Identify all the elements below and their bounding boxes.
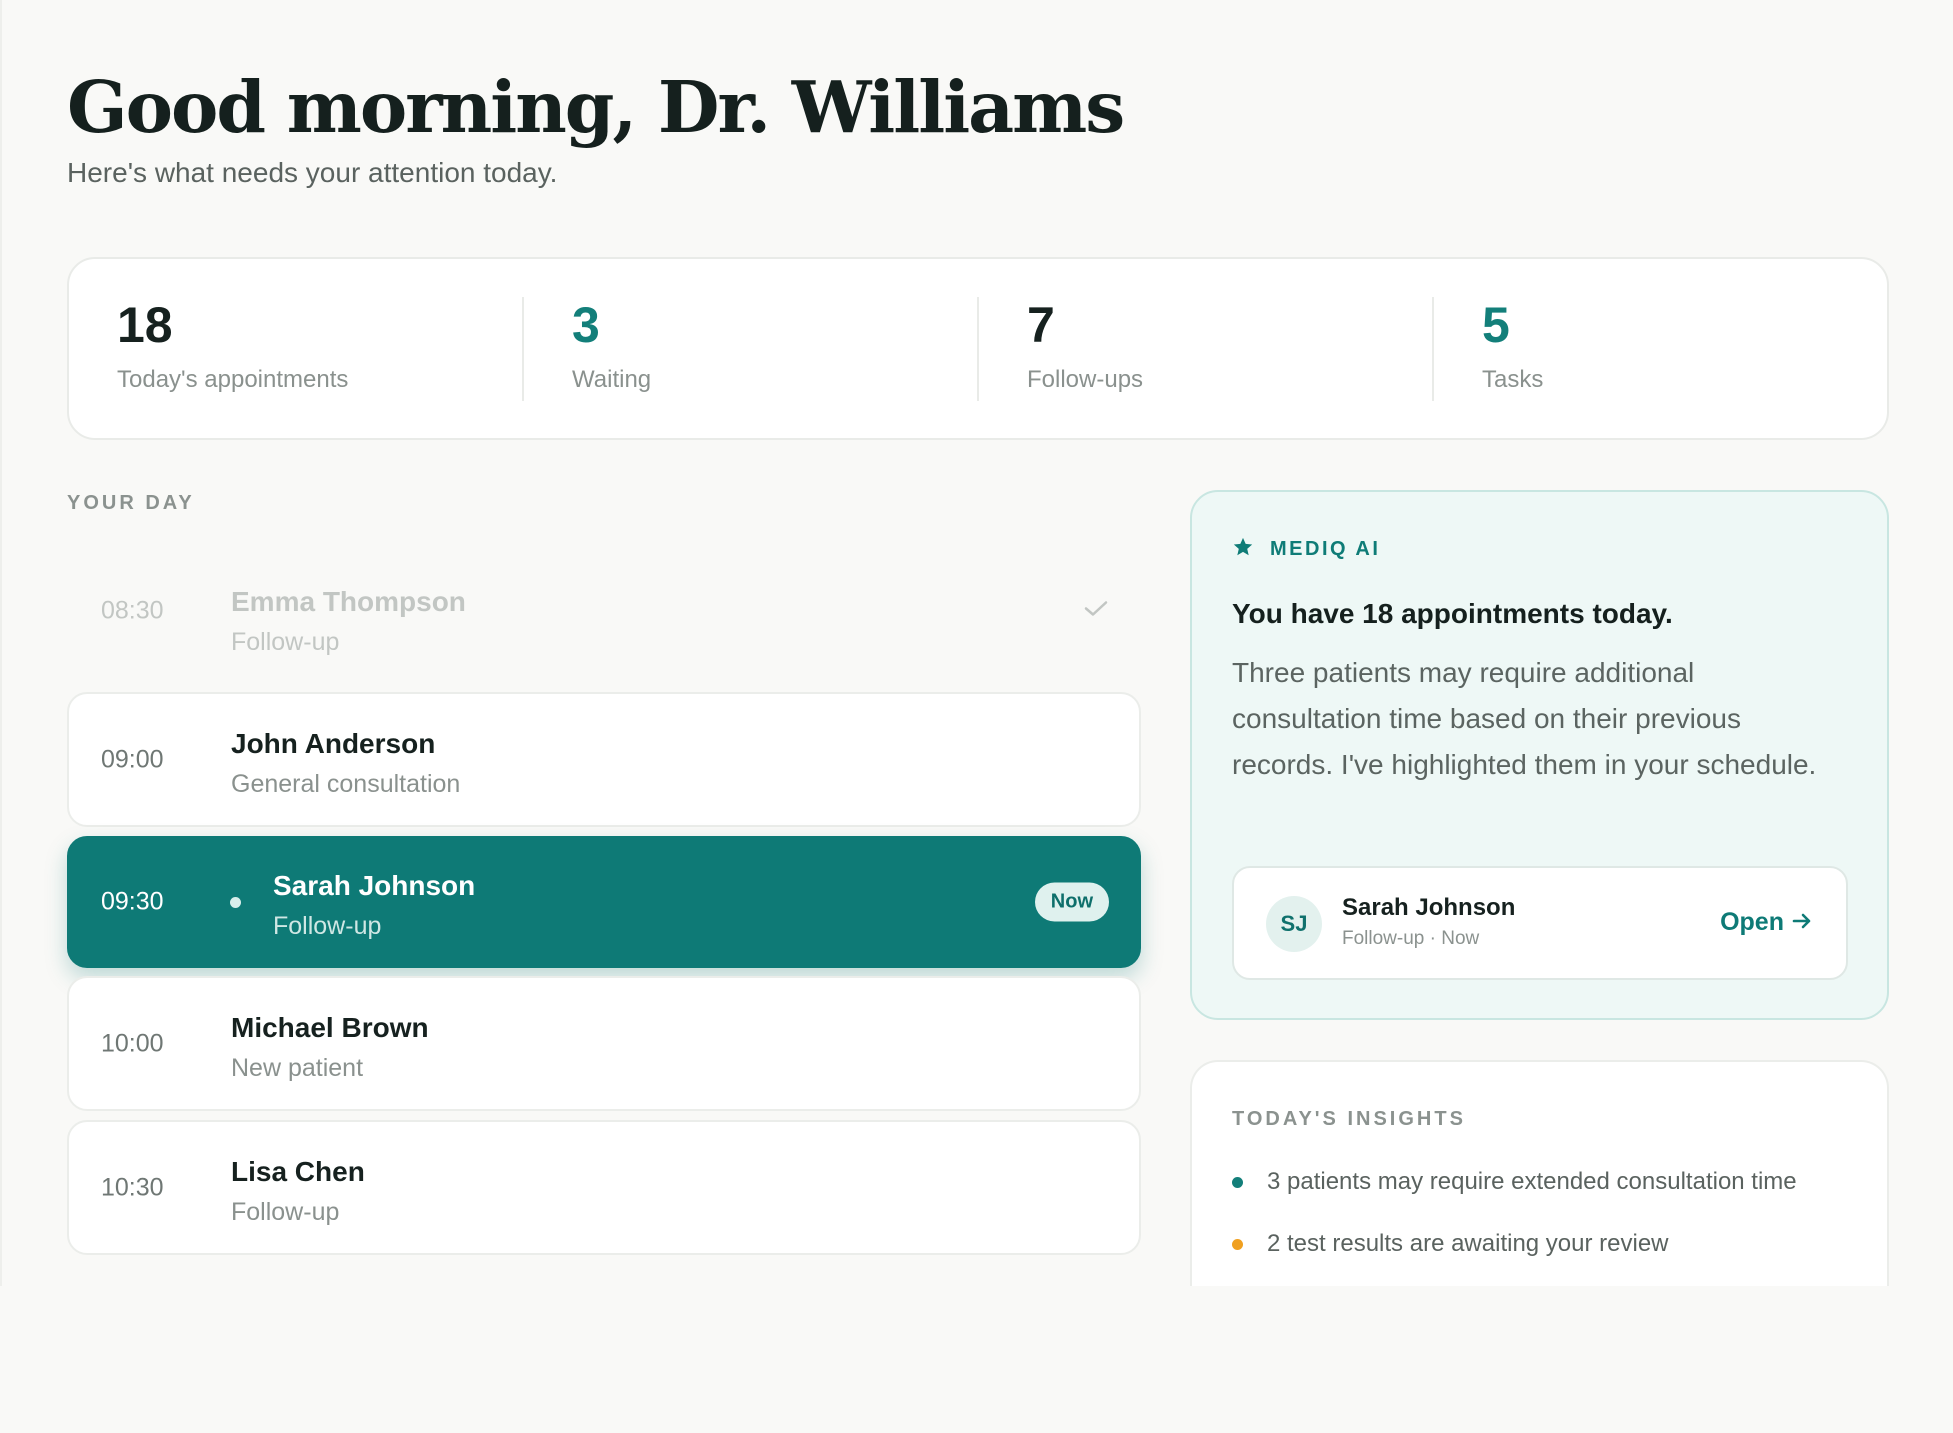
appointment-patient-name: Michael Brown <box>231 1012 429 1043</box>
stat-follow-ups[interactable]: 7 Follow-ups <box>977 296 1432 401</box>
appointment-type: General consultation <box>231 770 461 798</box>
now-badge: Now <box>1034 882 1109 922</box>
appointment-time: 08:30 <box>101 596 164 625</box>
stats-card: 18 Today's appointments 3 Waiting 7 Foll… <box>67 257 1889 440</box>
check-icon <box>1083 599 1109 624</box>
patient-subtitle: Follow-up · Now <box>1342 928 1480 949</box>
insight-dot <box>1232 1176 1243 1188</box>
appointment-patient-name: Sarah Johnson <box>273 870 476 901</box>
star-icon <box>1232 536 1254 563</box>
stat-value: 18 <box>117 296 173 353</box>
ai-message: Three patients may require additional co… <box>1232 657 1817 780</box>
ai-label: MEDIQ AI <box>1270 538 1381 560</box>
stat-appointments[interactable]: 18 Today's appointments <box>69 297 522 401</box>
appointment-type: Follow-up <box>231 628 340 656</box>
appointment-item-current[interactable]: 09:30 Sarah Johnson Follow-up Now <box>67 836 1141 968</box>
appointment-item[interactable]: 10:00 Michael Brown New patient <box>67 976 1141 1111</box>
ai-title: You have 18 appointments today. <box>1232 598 1673 629</box>
avatar: SJ <box>1266 896 1322 952</box>
dashboard-page: Good morning, Dr. Williams Here's what n… <box>0 0 1953 1433</box>
appointment-item[interactable]: 09:00 John Anderson General consultation <box>67 692 1141 827</box>
stat-label: Follow-ups <box>1027 365 1144 393</box>
appointment-type: Follow-up <box>231 1198 340 1226</box>
open-label: Open <box>1720 908 1784 936</box>
stat-value: 5 <box>1482 296 1510 353</box>
appointment-time: 10:30 <box>101 1173 164 1201</box>
insight-text: 2 test results are awaiting your review <box>1267 1230 1669 1257</box>
appointment-item[interactable]: 08:30 Emma Thompson Follow-up <box>67 548 1141 674</box>
insights-label: TODAY'S INSIGHTS <box>1232 1108 1466 1130</box>
stat-value: 7 <box>1027 296 1055 353</box>
your-day-label: YOUR DAY <box>67 492 195 514</box>
stat-label: Today's appointments <box>117 365 349 393</box>
appointment-time: 09:00 <box>101 745 164 773</box>
insight-item[interactable]: 2 test results are awaiting your review <box>1232 1230 1669 1258</box>
appointment-type: New patient <box>231 1054 364 1082</box>
appointment-type: Follow-up <box>273 912 382 940</box>
highlighted-patient-card[interactable]: SJ Sarah Johnson Follow-up · Now Open <box>1232 866 1848 980</box>
current-indicator-dot <box>230 897 241 908</box>
page-subtitle: Here's what needs your attention today. <box>67 157 558 188</box>
blank-footer-area <box>0 1286 1953 1433</box>
insight-text: 3 patients may require extended consulta… <box>1267 1168 1797 1195</box>
appointment-time: 09:30 <box>101 887 164 916</box>
stat-value: 3 <box>572 296 600 353</box>
page-title: Good morning, Dr. Williams <box>67 65 1125 149</box>
patient-name: Sarah Johnson <box>1342 894 1516 921</box>
appointment-time: 10:00 <box>101 1029 164 1057</box>
insights-card: TODAY'S INSIGHTS 3 patients may require … <box>1190 1060 1889 1290</box>
stat-label: Tasks <box>1482 365 1544 393</box>
left-divider <box>0 0 2 1286</box>
ai-assistant-card: MEDIQ AI You have 18 appointments today.… <box>1190 490 1889 1020</box>
stat-tasks[interactable]: 5 Tasks <box>1432 296 1887 401</box>
stat-label: Waiting <box>572 365 652 393</box>
stat-waiting[interactable]: 3 Waiting <box>522 296 977 401</box>
insight-item[interactable]: 3 patients may require extended consulta… <box>1232 1168 1797 1196</box>
arrow-right-icon <box>1792 908 1812 937</box>
insight-dot <box>1232 1238 1243 1250</box>
ai-header: MEDIQ AI <box>1232 536 1380 563</box>
appointment-patient-name: John Anderson <box>231 728 436 759</box>
appointment-patient-name: Emma Thompson <box>231 586 466 617</box>
appointment-patient-name: Lisa Chen <box>231 1156 365 1187</box>
appointment-item[interactable]: 10:30 Lisa Chen Follow-up <box>67 1120 1141 1255</box>
open-button[interactable]: Open <box>1720 908 1812 937</box>
